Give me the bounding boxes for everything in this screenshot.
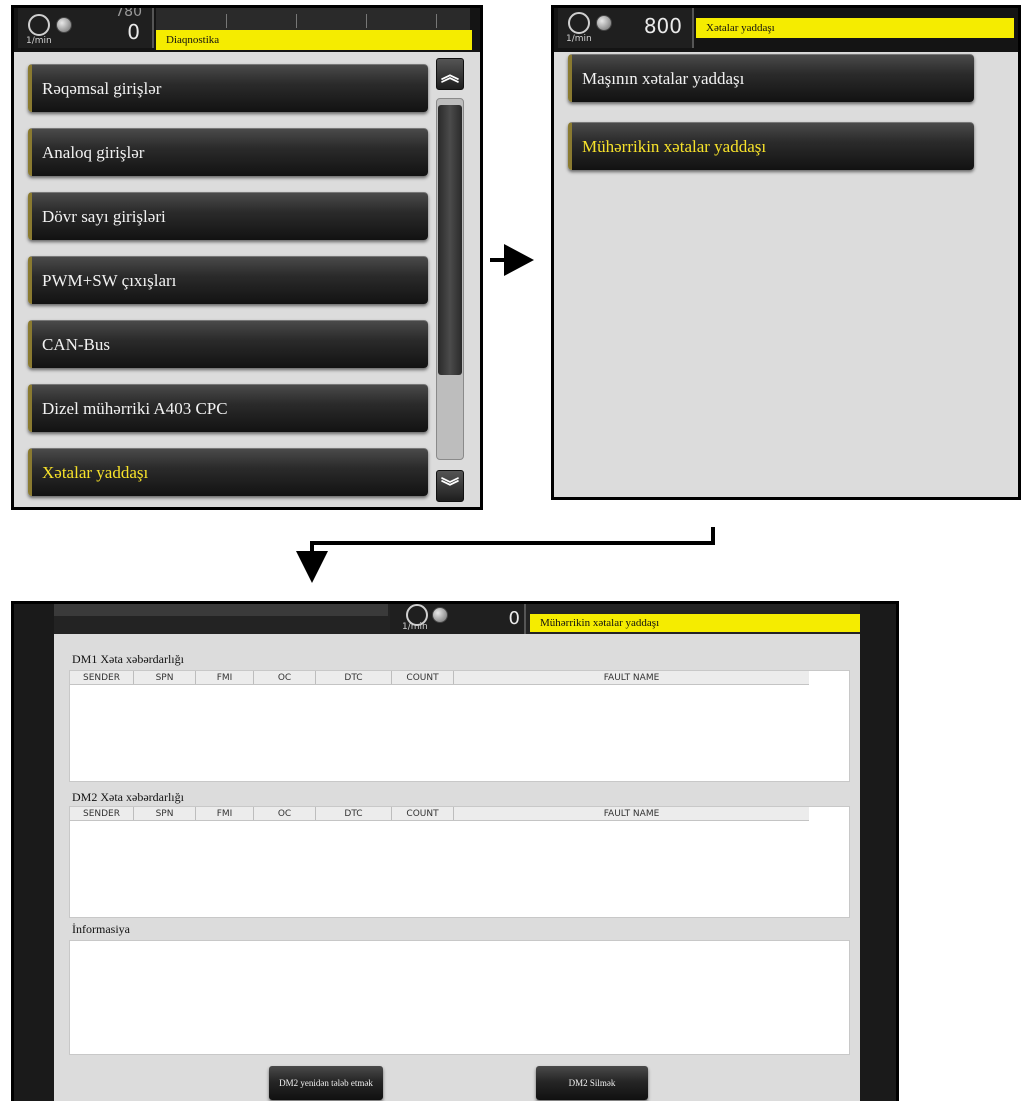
- menu-item-digital-inputs[interactable]: Rəqəmsal girişlər: [28, 64, 428, 112]
- header-left-block: [54, 604, 388, 616]
- dm1-fault-table: SENDER SPN FMI OC DTC COUNT FAULT NAME: [69, 670, 850, 782]
- dm2-fault-table: SENDER SPN FMI OC DTC COUNT FAULT NAME: [69, 806, 850, 918]
- header-bar: 1/min 0 Mühərrikin xətalar yaddaşı: [54, 604, 860, 634]
- right-bezel: [860, 604, 896, 1101]
- column-header-fmi: FMI: [196, 671, 254, 684]
- info-textbox: [69, 940, 850, 1055]
- connector-horizontal: [310, 541, 715, 545]
- gauge-icon: [28, 14, 50, 36]
- info-section-label: İnformasiya: [72, 922, 130, 936]
- column-header-count: COUNT: [392, 807, 454, 820]
- column-header-dtc: DTC: [316, 671, 392, 684]
- menu-item-engine-faults[interactable]: Mühərrikin xətalar yaddaşı: [568, 122, 974, 170]
- column-header-sender: SENDER: [70, 807, 134, 820]
- header-tick-bar: [156, 8, 470, 32]
- engine-fault-screen: 1/min 0 Mühərrikin xətalar yaddaşı DM1 X…: [11, 601, 899, 1101]
- scroll-down-button[interactable]: ︾: [436, 470, 464, 502]
- left-bezel: [14, 604, 54, 1101]
- menu-item-diesel-engine[interactable]: Dizel mühərriki A403 CPC: [28, 384, 428, 432]
- gauge-icon: [568, 12, 590, 34]
- rpm-value: 0: [508, 608, 520, 629]
- scrollbar-thumb[interactable]: [438, 105, 462, 375]
- fault-memory-screen: 1/min 800 Xətalar yaddaşı Maşının xətala…: [551, 5, 1021, 500]
- rpm-value: 800: [643, 14, 682, 38]
- scrollbar-track[interactable]: [436, 98, 464, 460]
- rpm-unit: 1/min: [26, 36, 52, 46]
- column-header-sender: SENDER: [70, 671, 134, 684]
- page-title: Xətalar yaddaşı: [696, 18, 1014, 38]
- dm2-table-header: SENDER SPN FMI OC DTC COUNT FAULT NAME: [70, 807, 809, 821]
- rpm-display: 1/min 780 0: [18, 8, 154, 48]
- header-bar: 1/min 780 0 Diaqnostika: [14, 8, 480, 52]
- status-led-icon: [432, 607, 448, 623]
- column-header-fault-name: FAULT NAME: [603, 673, 660, 683]
- rpm-display: 1/min 800: [558, 8, 694, 48]
- rpm-top-value: 780: [115, 5, 142, 20]
- status-led-icon: [596, 15, 612, 31]
- dm2-section-label: DM2 Xəta xəbərdarlığı: [72, 790, 184, 804]
- dm1-table-header: SENDER SPN FMI OC DTC COUNT FAULT NAME: [70, 671, 809, 685]
- status-led-icon: [56, 17, 72, 33]
- column-header-oc: OC: [254, 807, 316, 820]
- dm2-request-button[interactable]: DM2 yenidən tələb etmək: [269, 1066, 383, 1100]
- column-header-fmi: FMI: [196, 807, 254, 820]
- menu-item-can-bus[interactable]: CAN-Bus: [28, 320, 428, 368]
- header-bar: 1/min 800 Xətalar yaddaşı: [554, 8, 1018, 52]
- menu-item-speed-inputs[interactable]: Dövr sayı girişləri: [28, 192, 428, 240]
- dm1-section-label: DM1 Xəta xəbərdarlığı: [72, 652, 184, 666]
- column-header-fault-name: FAULT NAME: [603, 809, 660, 819]
- column-header-oc: OC: [254, 671, 316, 684]
- menu-item-machine-faults[interactable]: Maşının xətalar yaddaşı: [568, 54, 974, 102]
- page-title: Diaqnostika: [156, 30, 472, 50]
- column-header-count: COUNT: [392, 671, 454, 684]
- dm2-clear-button[interactable]: DM2 Silmək: [536, 1066, 648, 1100]
- rpm-value: 0: [127, 20, 140, 44]
- rpm-unit: 1/min: [402, 622, 428, 632]
- column-header-dtc: DTC: [316, 807, 392, 820]
- menu-item-analog-inputs[interactable]: Analoq girişlər: [28, 128, 428, 176]
- page-title: Mühərrikin xətalar yaddaşı: [530, 614, 860, 632]
- arrow-down-icon: [296, 551, 328, 583]
- column-header-spn: SPN: [134, 807, 196, 820]
- scroll-up-button[interactable]: ︽: [436, 58, 464, 90]
- rpm-unit: 1/min: [566, 34, 592, 44]
- column-header-spn: SPN: [134, 671, 196, 684]
- rpm-display: 1/min 0: [390, 604, 526, 634]
- menu-item-fault-memory[interactable]: Xətalar yaddaşı: [28, 448, 428, 496]
- diagnostics-screen: 1/min 780 0 Diaqnostika Rəqəmsal girişlə…: [11, 5, 483, 510]
- arrow-right-line: [490, 258, 504, 262]
- arrow-right-icon: [504, 244, 534, 276]
- menu-item-pwm-outputs[interactable]: PWM+SW çıxışları: [28, 256, 428, 304]
